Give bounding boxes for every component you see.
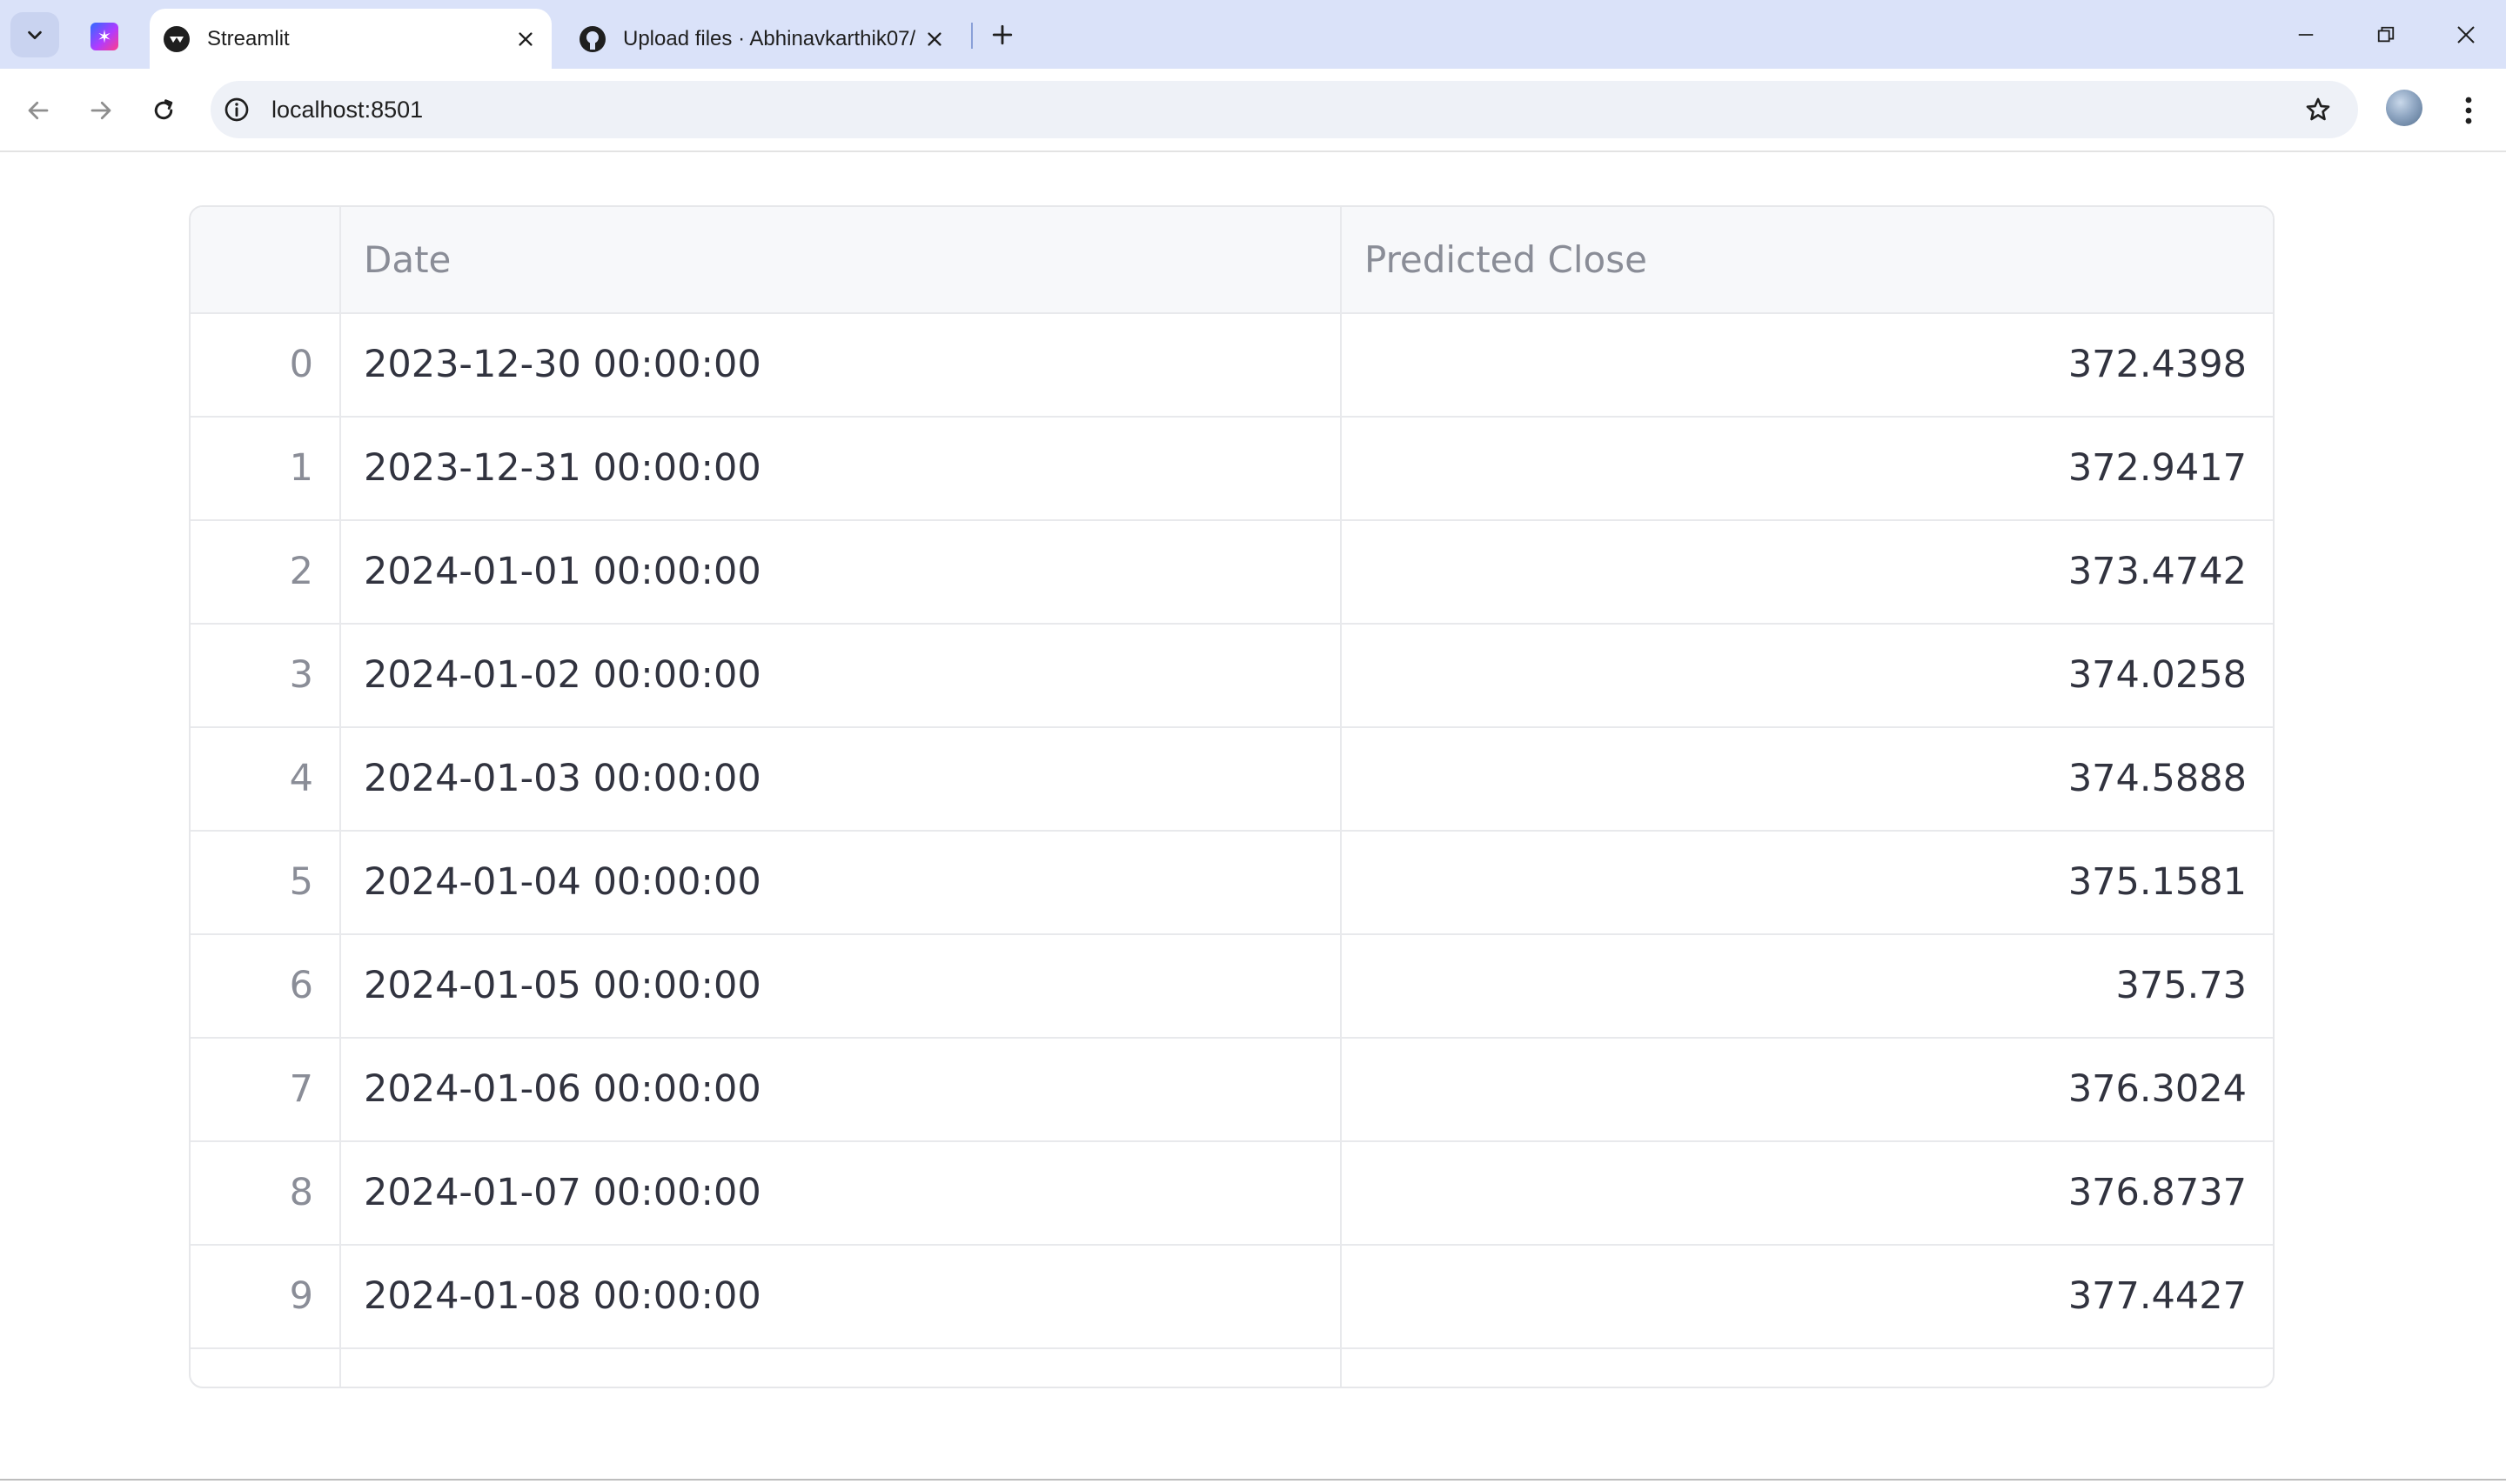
- tab-separator: [971, 23, 973, 49]
- restore-button[interactable]: [2360, 12, 2412, 57]
- date-cell[interactable]: 2024-01-02 00:00:00: [341, 623, 1342, 726]
- arrow-left-icon: [28, 101, 49, 120]
- tab-title: Streamlit: [207, 26, 290, 50]
- row-index-cell[interactable]: 5: [191, 830, 341, 933]
- date-cell[interactable]: 2024-01-07 00:00:00: [341, 1140, 1342, 1244]
- row-index-cell[interactable]: 0: [191, 312, 341, 416]
- date-cell[interactable]: 2024-01-08 00:00:00: [341, 1244, 1342, 1347]
- reload-button[interactable]: [139, 86, 188, 135]
- date-cell[interactable]: 2023-12-30 00:00:00: [341, 312, 1342, 416]
- predicted-close-cell[interactable]: 374.0258: [1342, 623, 2273, 726]
- url-text[interactable]: localhost:8501: [271, 97, 2297, 124]
- predicted-close-cell[interactable]: 374.5888: [1342, 726, 2273, 830]
- date-cell[interactable]: 2024-01-06 00:00:00: [341, 1037, 1342, 1140]
- predicted-close-cell[interactable]: 372.4398: [1342, 312, 2273, 416]
- more-vert-icon: [2465, 97, 2472, 124]
- github-icon: [578, 24, 607, 54]
- column-header-predicted-close[interactable]: Predicted Close: [1342, 207, 2273, 312]
- close-icon[interactable]: [508, 22, 543, 57]
- browser-menu-button[interactable]: [2447, 86, 2490, 135]
- reload-icon: [154, 99, 173, 120]
- row-index-cell[interactable]: 9: [191, 1244, 341, 1347]
- site-info-icon[interactable]: [221, 94, 252, 125]
- row-index-cell[interactable]: 4: [191, 726, 341, 830]
- table-row[interactable]: 8 2024-01-07 00:00:00 376.8737: [191, 1140, 2273, 1246]
- address-bar[interactable]: localhost:8501: [211, 81, 2358, 138]
- tab-search-button[interactable]: [10, 12, 59, 57]
- forward-button[interactable]: [77, 86, 125, 135]
- predicted-close-cell[interactable]: 377.4427: [1342, 1244, 2273, 1347]
- predictions-dataframe[interactable]: Date Predicted Close 0 2023-12-30 00:00:0…: [189, 205, 2275, 1388]
- streamlit-app: Date Predicted Close 0 2023-12-30 00:00:0…: [0, 152, 2506, 1481]
- close-icon[interactable]: [917, 22, 952, 57]
- date-cell[interactable]: 2024-01-01 00:00:00: [341, 519, 1342, 623]
- date-cell[interactable]: 2024-01-03 00:00:00: [341, 726, 1342, 830]
- restore-icon: [2377, 26, 2395, 43]
- window-bottom-border: [0, 1479, 2506, 1481]
- date-cell[interactable]: 2024-01-04 00:00:00: [341, 830, 1342, 933]
- chevron-down-icon: [28, 30, 42, 40]
- row-index-cell[interactable]: 6: [191, 933, 341, 1037]
- bookmark-star-icon[interactable]: [2297, 89, 2339, 130]
- tab-title: Upload files · Abhinavkarthik07/: [623, 26, 916, 50]
- table-row[interactable]: 1 2023-12-31 00:00:00 372.9417: [191, 416, 2273, 521]
- table-row[interactable]: 6 2024-01-05 00:00:00 375.73: [191, 933, 2273, 1039]
- empty-cell: [1342, 1349, 2273, 1387]
- tab-github-upload[interactable]: Upload files · Abhinavkarthik07/: [566, 9, 961, 69]
- table-row[interactable]: 4 2024-01-03 00:00:00 374.5888: [191, 726, 2273, 832]
- date-cell[interactable]: 2023-12-31 00:00:00: [341, 416, 1342, 519]
- row-index-cell[interactable]: 8: [191, 1140, 341, 1244]
- empty-cell: [191, 1349, 341, 1387]
- date-cell[interactable]: 2024-01-05 00:00:00: [341, 933, 1342, 1037]
- predicted-close-cell[interactable]: 376.8737: [1342, 1140, 2273, 1244]
- arrow-right-icon: [90, 101, 111, 120]
- predicted-close-cell[interactable]: 376.3024: [1342, 1037, 2273, 1140]
- empty-cell: [341, 1349, 1342, 1387]
- predicted-close-cell[interactable]: 375.1581: [1342, 830, 2273, 933]
- row-index-cell[interactable]: 2: [191, 519, 341, 623]
- row-index-cell[interactable]: 1: [191, 416, 341, 519]
- predicted-close-cell[interactable]: 375.73: [1342, 933, 2273, 1037]
- table-header-row: Date Predicted Close: [191, 207, 2273, 314]
- row-index-cell[interactable]: 7: [191, 1037, 341, 1140]
- pinned-app-icon[interactable]: ✶: [90, 23, 118, 50]
- table-row[interactable]: 3 2024-01-02 00:00:00 374.0258: [191, 623, 2273, 728]
- profile-avatar[interactable]: [2386, 90, 2422, 126]
- table-row[interactable]: 2 2024-01-01 00:00:00 373.4742: [191, 519, 2273, 625]
- table-row[interactable]: 9 2024-01-08 00:00:00 377.4427: [191, 1244, 2273, 1349]
- table-row[interactable]: 7 2024-01-06 00:00:00 376.3024: [191, 1037, 2273, 1142]
- browser-tab-strip: ✶ Streamlit Upload files · Abhinavkarthi…: [0, 0, 2506, 69]
- row-index-cell[interactable]: 3: [191, 623, 341, 726]
- close-icon: [2457, 26, 2475, 43]
- table-row[interactable]: 0 2023-12-30 00:00:00 372.4398: [191, 312, 2273, 418]
- tab-streamlit[interactable]: Streamlit: [150, 9, 552, 69]
- minimize-button[interactable]: [2280, 12, 2332, 57]
- new-tab-button[interactable]: [985, 16, 1020, 54]
- predicted-close-cell[interactable]: 372.9417: [1342, 416, 2273, 519]
- predicted-close-cell[interactable]: 373.4742: [1342, 519, 2273, 623]
- minimize-icon: [2298, 34, 2314, 36]
- plus-icon: [992, 24, 1013, 45]
- streamlit-icon: [162, 24, 191, 54]
- partial-row: [191, 1349, 2273, 1387]
- back-button[interactable]: [14, 86, 63, 135]
- column-header-index[interactable]: [191, 207, 341, 312]
- column-header-date[interactable]: Date: [341, 207, 1342, 312]
- browser-toolbar: localhost:8501: [0, 69, 2506, 152]
- table-row[interactable]: 5 2024-01-04 00:00:00 375.1581: [191, 830, 2273, 935]
- close-window-button[interactable]: [2440, 12, 2492, 57]
